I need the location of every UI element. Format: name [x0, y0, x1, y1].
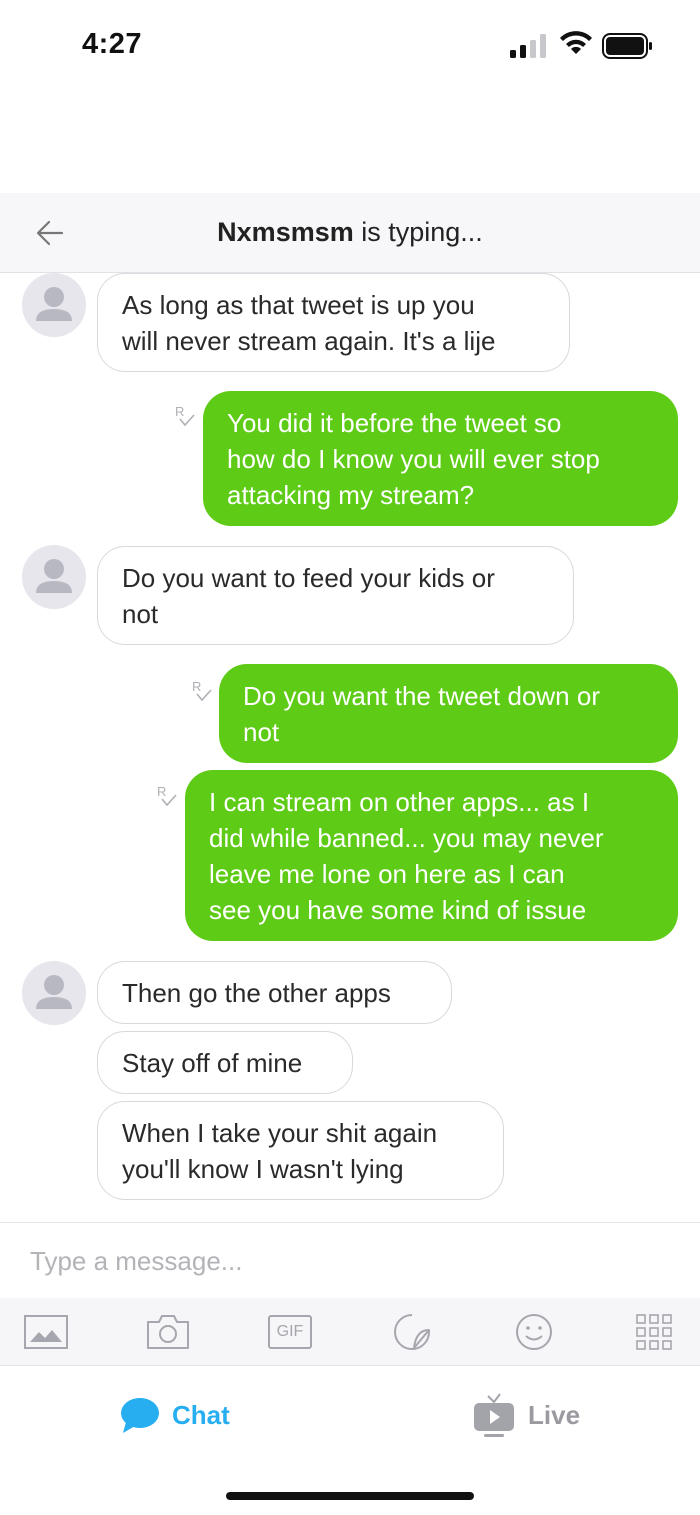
bottom-tab-bar: Chat Live: [0, 1366, 700, 1515]
more-button[interactable]: [630, 1310, 678, 1354]
gif-button[interactable]: GIF: [266, 1310, 314, 1354]
cellular-signal-icon: [510, 34, 546, 58]
read-receipt-icon: R: [175, 404, 195, 427]
incoming-message[interactable]: When I take your shit again you'll know …: [97, 1101, 504, 1200]
camera-button[interactable]: [144, 1310, 192, 1354]
read-receipt-icon: R: [192, 679, 212, 702]
chat-header: Nxmsmsm is typing...: [0, 193, 700, 273]
incoming-message[interactable]: As long as that tweet is up you will nev…: [97, 273, 570, 372]
person-icon: [36, 975, 72, 1009]
read-receipt-icon: R: [157, 784, 177, 807]
person-icon: [36, 287, 72, 321]
tab-live-label: Live: [528, 1399, 581, 1430]
message-text: Stay off of mine: [122, 1047, 303, 1078]
message-input[interactable]: [30, 1241, 670, 1281]
battery-icon: [602, 33, 652, 59]
chat-bubble-icon: [121, 1398, 159, 1433]
incoming-message[interactable]: Then go the other apps: [97, 961, 452, 1024]
image-button[interactable]: [22, 1310, 70, 1354]
emoji-icon: [516, 1314, 552, 1350]
wifi-icon: [560, 31, 592, 54]
sticker-icon: [394, 1314, 430, 1350]
message-text: Then go the other apps: [122, 977, 391, 1008]
message-text: I can stream on other apps... as I did w…: [209, 786, 604, 925]
person-icon: [36, 559, 72, 593]
status-bar: 4:27: [0, 0, 700, 95]
tab-chat-label: Chat: [172, 1399, 230, 1430]
gif-icon: GIF: [268, 1315, 312, 1349]
message-list[interactable]: As long as that tweet is up you will nev…: [0, 273, 700, 1223]
typing-status: is typing...: [353, 217, 483, 247]
avatar[interactable]: [22, 273, 86, 337]
message-text: You did it before the tweet so how do I …: [227, 407, 600, 510]
more-grid-icon: [636, 1314, 672, 1350]
page-title: Nxmsmsm is typing...: [0, 217, 700, 248]
outgoing-message[interactable]: I can stream on other apps... as I did w…: [185, 770, 678, 941]
message-text: As long as that tweet is up you will nev…: [122, 289, 496, 356]
camera-icon: [147, 1315, 189, 1349]
tab-live[interactable]: Live: [472, 1390, 580, 1440]
svg-text:R: R: [157, 784, 166, 799]
avatar[interactable]: [22, 961, 86, 1025]
message-text: Do you want the tweet down or not: [243, 680, 600, 747]
incoming-message[interactable]: Stay off of mine: [97, 1031, 353, 1094]
contact-name: Nxmsmsm: [217, 217, 354, 247]
tv-icon: [474, 1393, 514, 1437]
outgoing-message[interactable]: You did it before the tweet so how do I …: [203, 391, 678, 526]
svg-text:R: R: [175, 404, 184, 419]
outgoing-message[interactable]: Do you want the tweet down or not: [219, 664, 678, 763]
incoming-message[interactable]: Do you want to feed your kids or not: [97, 546, 574, 645]
svg-text:R: R: [192, 679, 201, 694]
message-text: Do you want to feed your kids or not: [122, 562, 495, 629]
attachment-toolbar: GIF: [0, 1298, 700, 1366]
tab-chat[interactable]: Chat: [120, 1390, 230, 1440]
message-composer: [0, 1222, 700, 1298]
image-icon: [24, 1315, 68, 1349]
avatar[interactable]: [22, 545, 86, 609]
sticker-button[interactable]: [388, 1310, 436, 1354]
home-indicator[interactable]: [226, 1492, 474, 1500]
message-text: When I take your shit again you'll know …: [122, 1117, 438, 1184]
status-time: 4:27: [82, 28, 143, 60]
emoji-button[interactable]: [510, 1310, 558, 1354]
